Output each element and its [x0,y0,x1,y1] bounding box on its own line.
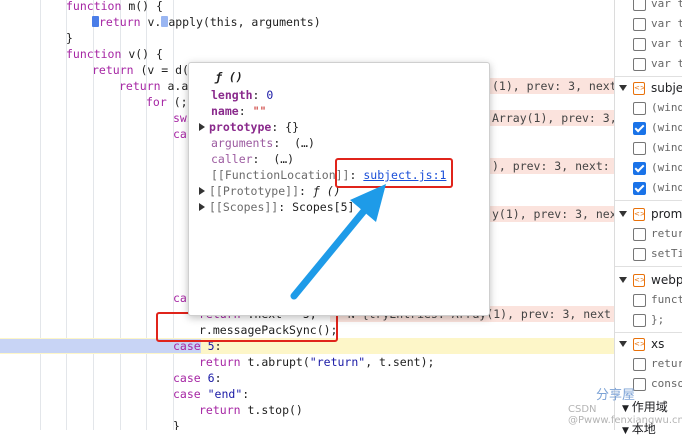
list-item-label: (wind [651,161,682,174]
list-item[interactable]: var t [615,14,682,34]
checkbox[interactable] [633,18,646,31]
scope-panel[interactable]: var t var t var t var t <> subje (wind (w… [614,0,682,430]
checkbox[interactable] [633,142,646,155]
list-item-label: (wind [651,141,682,154]
list-item[interactable]: retur [615,354,682,374]
list-item[interactable]: (wind [615,98,682,118]
list-item[interactable]: var t [615,34,682,54]
list-item-label: (wind [651,181,682,194]
group-header[interactable]: <> webp [615,270,682,290]
checkbox[interactable] [633,0,646,11]
list-item[interactable]: retur [615,224,682,244]
list-item[interactable]: funct [615,290,682,310]
collapse-arrow-icon[interactable] [619,341,627,347]
list-item[interactable]: (wind [615,178,682,198]
checkbox[interactable] [633,38,646,51]
file-icon: <> [633,208,646,221]
list-item-label: var t [651,57,682,70]
group-title: subje [651,81,682,95]
file-icon: <> [633,338,646,351]
group-header[interactable]: <> xs [615,334,682,354]
list-item-label: var t [651,37,682,50]
group-title: webp [651,273,682,287]
checkbox[interactable] [633,314,646,327]
checkbox[interactable] [633,294,646,307]
file-icon: <> [633,274,646,287]
list-item-label: var t [651,0,682,10]
file-icon: <> [633,82,646,95]
list-item-label: funct [651,293,682,306]
checkbox[interactable] [633,228,646,241]
list-item[interactable]: var t [615,54,682,74]
checkbox-checked[interactable] [633,182,646,195]
group-title: promi [651,207,682,221]
watermark-top: 分享屋 [596,388,636,403]
list-item[interactable]: var t [615,0,682,14]
checkbox[interactable] [633,102,646,115]
list-item-label: (wind [651,101,682,114]
list-item[interactable]: (wind [615,158,682,178]
checkbox[interactable] [633,248,646,261]
list-item-label: (wind [651,121,682,134]
watermark-bottom: CSDN @Pwww.fenxiangwu.cn [568,404,682,426]
list-item-label: }; [651,313,665,326]
group-header[interactable]: <> promi [615,204,682,224]
collapse-arrow-icon[interactable] [619,85,627,91]
group-header[interactable]: <> subje [615,78,682,98]
list-item-label: retur [651,227,682,240]
list-item[interactable]: (wind [615,138,682,158]
collapse-arrow-icon[interactable] [619,211,627,217]
annotation-arrow-icon [290,184,386,300]
list-item[interactable]: (wind [615,118,682,138]
list-item[interactable]: }; [615,310,682,330]
checkbox-checked[interactable] [633,122,646,135]
checkbox[interactable] [633,58,646,71]
list-item-label: retur [651,357,682,370]
group-title: xs [651,337,665,351]
list-item-label: setTi [651,247,682,260]
collapse-arrow-icon[interactable] [619,277,627,283]
list-item-label: var t [651,17,682,30]
list-item-label: conso [651,377,682,390]
checkbox[interactable] [633,358,646,371]
checkbox-checked[interactable] [633,162,646,175]
list-item[interactable]: setTi [615,244,682,264]
